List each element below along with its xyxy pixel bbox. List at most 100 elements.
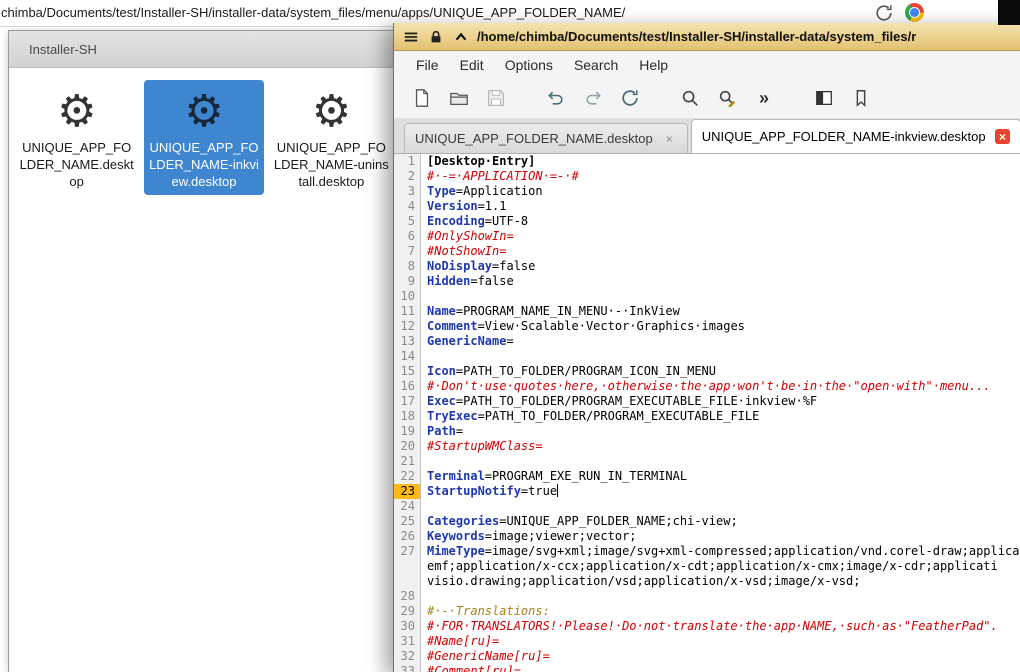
editor-line[interactable]: 1 [Desktop·Entry] — [394, 154, 1020, 169]
editor-line[interactable]: 16 #·Don't·use·quotes·here,·otherwise·the… — [394, 379, 1020, 394]
window-menu-icon[interactable] — [402, 28, 420, 46]
reload-icon[interactable] — [874, 3, 894, 23]
editor-line[interactable]: 11 Name=PROGRAM_NAME_IN_MENU·-·InkView — [394, 304, 1020, 319]
editor-line[interactable]: 22 Terminal=PROGRAM_EXE_RUN_IN_TERMINAL — [394, 469, 1020, 484]
line-number: 4 — [394, 199, 421, 214]
path-text[interactable]: chimba/Documents/test/Installer-SH/insta… — [1, 5, 625, 20]
editor-line[interactable]: 17 Exec=PATH_TO_FOLDER/PROGRAM_EXECUTABLE… — [394, 394, 1020, 409]
find-replace-icon[interactable] — [715, 86, 739, 110]
editor-line[interactable]: 12 Comment=View·Scalable·Vector·Graphics·… — [394, 319, 1020, 334]
line-number: 31 — [394, 634, 421, 649]
editor-line[interactable]: 24 — [394, 499, 1020, 514]
tab-label: UNIQUE_APP_FOLDER_NAME.desktop — [415, 131, 653, 146]
editor-line[interactable]: 6 #OnlyShowIn= — [394, 229, 1020, 244]
editor-line[interactable]: 2 #·-=·APPLICATION·=-·# — [394, 169, 1020, 184]
editor-line[interactable]: 13 GenericName= — [394, 334, 1020, 349]
file-manager-titlebar[interactable]: Installer-SH — [9, 31, 399, 68]
line-number: 2 — [394, 169, 421, 184]
editor-line[interactable]: 10 — [394, 289, 1020, 304]
lock-icon[interactable] — [427, 28, 445, 46]
menu-options[interactable]: Options — [505, 57, 553, 73]
editor-line[interactable]: 15 Icon=PATH_TO_FOLDER/PROGRAM_ICON_IN_ME… — [394, 364, 1020, 379]
line-number — [394, 574, 421, 589]
line-number: 19 — [394, 424, 421, 439]
tab-1[interactable]: UNIQUE_APP_FOLDER_NAME.desktop × — [404, 123, 688, 153]
editor-line[interactable]: 3 Type=Application — [394, 184, 1020, 199]
editor-line[interactable]: 31 #Name[ru]= — [394, 634, 1020, 649]
line-text: #OnlyShowIn= — [427, 229, 514, 243]
editor-line[interactable]: 23 StartupNotify=true — [394, 484, 1020, 499]
editor-line[interactable]: 4 Version=1.1 — [394, 199, 1020, 214]
editor-line[interactable]: 27 MimeType=image/svg+xml;image/svg+xml-c… — [394, 544, 1020, 559]
menu-edit[interactable]: Edit — [460, 57, 484, 73]
editor-line[interactable]: 9 Hidden=false — [394, 274, 1020, 289]
shade-up-icon[interactable] — [452, 28, 470, 46]
save-icon[interactable] — [484, 86, 508, 110]
file-icon-view[interactable]: ⚙ UNIQUE_APP_FOLDER_NAME.desktop ⚙ UNIQUE_A… — [9, 68, 399, 207]
line-number: 28 — [394, 589, 421, 604]
editor-line[interactable]: 19 Path= — [394, 424, 1020, 439]
editor-line[interactable]: 7 #NotShowIn= — [394, 244, 1020, 259]
editor-line[interactable]: visio.drawing;application/vsd;applicatio… — [394, 574, 1020, 589]
file-item[interactable]: ⚙ UNIQUE_APP_FOLDER_NAME-inkview.desktop — [144, 80, 264, 196]
editor-line[interactable]: 33 #Comment[ru]= — [394, 664, 1020, 672]
editor-titlebar[interactable]: /home/chimba/Documents/test/Installer-SH… — [394, 23, 1020, 51]
editor-line[interactable]: 14 — [394, 349, 1020, 364]
file-item[interactable]: ⚙ UNIQUE_APP_FOLDER_NAME-uninstall.deskto… — [272, 80, 391, 195]
line-text: Categories=UNIQUE_APP_FOLDER_NAME;chi-vi… — [427, 514, 738, 528]
editor-line[interactable]: 21 — [394, 454, 1020, 469]
editor-line[interactable]: 20 #StartupWMClass= — [394, 439, 1020, 454]
line-number: 8 — [394, 259, 421, 274]
tab-close-icon[interactable]: × — [995, 129, 1010, 144]
gear-icon: ⚙ — [311, 86, 352, 137]
line-number: 20 — [394, 439, 421, 454]
line-text: emf;application/x-ccx;application/x-cdt;… — [427, 559, 998, 573]
line-text: Type=Application — [427, 184, 543, 198]
line-number: 33 — [394, 664, 421, 672]
bookmark-icon[interactable] — [849, 86, 873, 110]
menu-help[interactable]: Help — [639, 57, 668, 73]
line-number: 25 — [394, 514, 421, 529]
file-name: UNIQUE_APP_FOLDER_NAME.desktop — [19, 140, 134, 190]
editor-line[interactable]: 28 — [394, 589, 1020, 604]
chromium-browser-icon[interactable] — [905, 3, 924, 22]
line-text: MimeType=image/svg+xml;image/svg+xml-com… — [427, 544, 1020, 558]
editor-line[interactable]: 29 #·-·Translations: — [394, 604, 1020, 619]
overflow-menu-icon[interactable]: » — [752, 86, 776, 110]
editor-line[interactable]: 26 Keywords=image;viewer;vector; — [394, 529, 1020, 544]
redo-icon[interactable] — [581, 86, 605, 110]
editor-line[interactable]: 25 Categories=UNIQUE_APP_FOLDER_NAME;chi-… — [394, 514, 1020, 529]
line-text: Icon=PATH_TO_FOLDER/PROGRAM_ICON_IN_MENU — [427, 364, 716, 378]
editor-area[interactable]: 1 [Desktop·Entry] 2 #·-=·APPLICATION·=-·# 3 T… — [394, 154, 1020, 672]
line-text: Comment=View·Scalable·Vector·Graphics·im… — [427, 319, 745, 333]
file-item[interactable]: ⚙ UNIQUE_APP_FOLDER_NAME.desktop — [17, 80, 136, 195]
line-text: #·FOR·TRANSLATORS!·Please!·Do·not·transl… — [427, 619, 998, 633]
editor-line[interactable]: 32 #GenericName[ru]= — [394, 649, 1020, 664]
menu-search[interactable]: Search — [574, 57, 618, 73]
side-pane-icon[interactable] — [812, 86, 836, 110]
menu-file[interactable]: File — [416, 57, 439, 73]
new-file-icon[interactable] — [410, 86, 434, 110]
line-number: 13 — [394, 334, 421, 349]
line-text — [421, 349, 1020, 364]
editor-line[interactable]: emf;application/x-ccx;application/x-cdt;… — [394, 559, 1020, 574]
undo-icon[interactable] — [544, 86, 568, 110]
tab-2[interactable]: UNIQUE_APP_FOLDER_NAME-inkview.desktop × — [690, 119, 1020, 153]
reload-document-icon[interactable] — [618, 86, 642, 110]
line-text: Terminal=PROGRAM_EXE_RUN_IN_TERMINAL — [427, 469, 688, 483]
line-number: 32 — [394, 649, 421, 664]
desktop: chimba/Documents/test/Installer-SH/insta… — [0, 0, 1020, 672]
tab-close-icon[interactable]: × — [662, 131, 677, 146]
gear-icon: ⚙ — [56, 86, 97, 137]
open-folder-icon[interactable] — [447, 86, 471, 110]
line-number: 14 — [394, 349, 421, 364]
editor-line[interactable]: 18 TryExec=PATH_TO_FOLDER/PROGRAM_EXECUTA… — [394, 409, 1020, 424]
editor-line[interactable]: 8 NoDisplay=false — [394, 259, 1020, 274]
black-corner — [998, 0, 1020, 25]
line-number: 5 — [394, 214, 421, 229]
line-text: Name=PROGRAM_NAME_IN_MENU·-·InkView — [427, 304, 680, 318]
editor-line[interactable]: 5 Encoding=UTF-8 — [394, 214, 1020, 229]
search-icon[interactable] — [678, 86, 702, 110]
editor-line[interactable]: 30 #·FOR·TRANSLATORS!·Please!·Do·not·tran… — [394, 619, 1020, 634]
line-number: 30 — [394, 619, 421, 634]
